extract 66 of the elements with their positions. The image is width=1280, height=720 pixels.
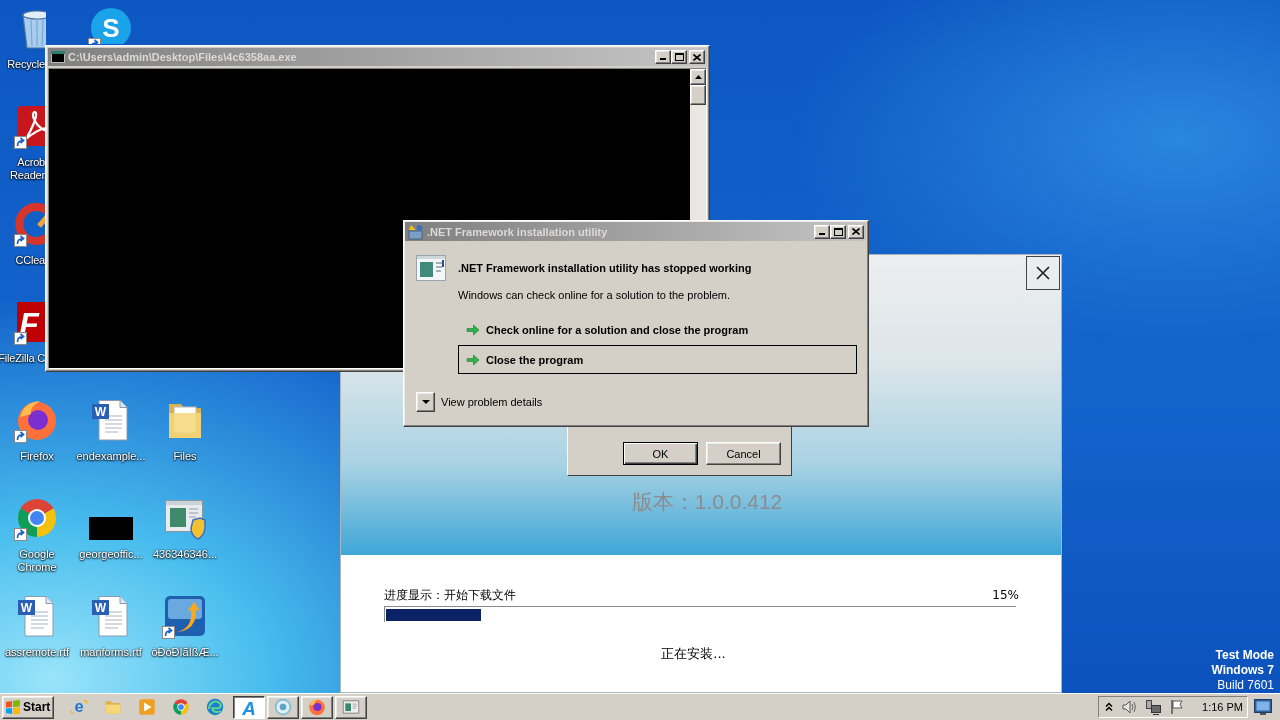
- progress-label: 进度显示：开始下载文件: [384, 588, 516, 602]
- close-icon: [693, 53, 701, 61]
- flame-globe-icon: [308, 698, 326, 716]
- icon-label[interactable]: FileZilla C: [0, 352, 45, 365]
- console-icon: [51, 51, 65, 63]
- scroll-up-button[interactable]: [690, 69, 706, 85]
- brush-logo-icon[interactable]: [15, 202, 46, 246]
- arrow-right-icon: [466, 323, 480, 336]
- task-button[interactable]: [301, 695, 333, 719]
- notice-text: Build 7601: [1217, 678, 1274, 693]
- dialog-button[interactable]: Cancel: [706, 442, 781, 465]
- speaker-icon[interactable]: [1121, 699, 1138, 715]
- window-title: .NET Framework installation utility: [427, 225, 609, 238]
- minimize-button[interactable]: [655, 50, 671, 64]
- dialog-heading: .NET Framework installation utility has stopped working: [458, 262, 752, 274]
- minimize-button[interactable]: [814, 224, 830, 239]
- maximize-icon: [833, 227, 843, 236]
- app-window-icon: [416, 255, 446, 281]
- progress-percent: 15%: [992, 588, 1019, 602]
- minimize-icon: [660, 58, 666, 60]
- command-link[interactable]: Close the program: [458, 345, 857, 374]
- four-pane-logo-icon: [5, 699, 21, 715]
- up-arrow-icon: [694, 75, 702, 79]
- flag-icon[interactable]: [1169, 699, 1186, 715]
- blank-thumbnail-icon[interactable]: [89, 517, 133, 540]
- status-text: 正在安装...: [661, 646, 726, 661]
- chevron-up-icon[interactable]: [1105, 702, 1114, 712]
- disc-icon: [274, 698, 292, 716]
- scrollbar-thumb[interactable]: [690, 85, 706, 105]
- network-icon[interactable]: [1145, 699, 1162, 715]
- ring-logo-icon[interactable]: [172, 698, 190, 716]
- icon-label[interactable]: Files: [173, 450, 197, 463]
- notice-text: Test Mode: [1215, 648, 1274, 663]
- expand-button[interactable]: [416, 392, 435, 412]
- close-button[interactable]: [1026, 256, 1060, 290]
- window-title: C:\Users\admin\Desktop\Files\4c6358aa.exe: [68, 51, 298, 63]
- close-icon: [852, 228, 860, 235]
- task-button[interactable]: [335, 695, 367, 719]
- minimize-icon: [819, 232, 825, 235]
- maximize-icon: [674, 53, 684, 61]
- caret-down-icon: [421, 400, 430, 404]
- version-text: 版本：1.0.0.412: [631, 490, 783, 514]
- dialog-message: Windows can check online for a solution to the problem.: [458, 289, 731, 302]
- dialog-button[interactable]: OK: [623, 442, 698, 465]
- flame-globe-icon[interactable]: [15, 398, 59, 442]
- wave-logo-icon[interactable]: [206, 698, 224, 716]
- arrow-right-icon: [466, 353, 480, 366]
- task-button[interactable]: [267, 695, 299, 719]
- maximize-button[interactable]: [830, 224, 846, 239]
- task-button[interactable]: A: [233, 695, 265, 719]
- maximize-button[interactable]: [671, 50, 687, 64]
- icon-label[interactable]: Acrob Reader: [10, 156, 45, 182]
- command-link[interactable]: Check online for a solution and close the program: [458, 315, 857, 344]
- notice-text: Windows 7: [1211, 663, 1274, 678]
- app-icon: [408, 223, 424, 240]
- close-icon: [1036, 266, 1050, 280]
- details-label[interactable]: View problem details: [441, 396, 543, 408]
- arrow-tile-icon[interactable]: [163, 594, 207, 638]
- clock[interactable]: 1:16 PM: [1202, 701, 1243, 713]
- icon-label[interactable]: Recycle: [7, 58, 45, 71]
- show-desktop-icon[interactable]: [1254, 699, 1272, 715]
- letter-a-icon: A: [240, 698, 258, 716]
- ring-logo-icon[interactable]: [15, 496, 59, 540]
- icon-label[interactable]: CClea: [15, 254, 45, 267]
- window-icon: [342, 698, 360, 716]
- start-button[interactable]: Start: [2, 695, 54, 719]
